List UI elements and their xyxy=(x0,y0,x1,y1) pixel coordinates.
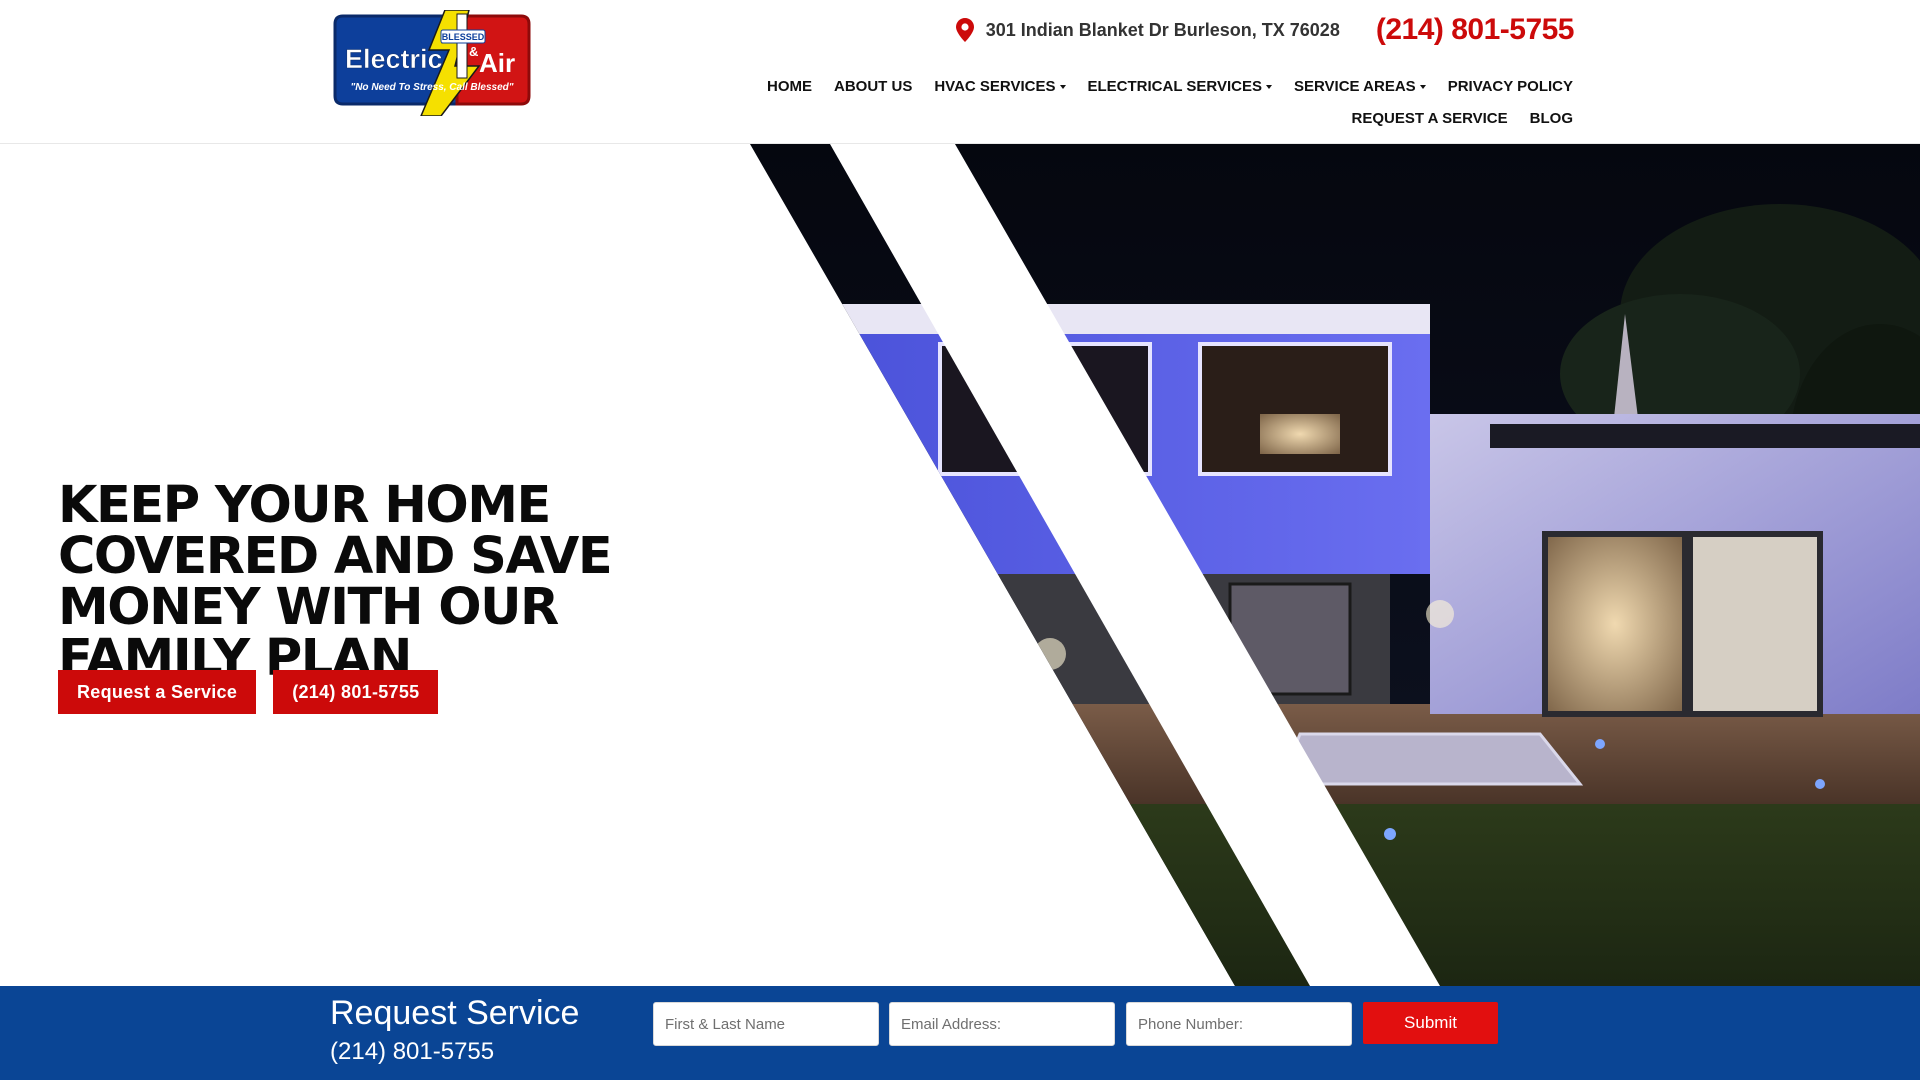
hero-title: KEEP YOUR HOME COVERED AND SAVE MONEY WI… xyxy=(58,476,613,688)
nav-home[interactable]: HOME xyxy=(767,78,812,95)
nav-privacy-policy[interactable]: PRIVACY POLICY xyxy=(1448,78,1573,95)
main-nav-row-2: REQUEST A SERVICE BLOG xyxy=(1352,110,1574,127)
nav-service-areas[interactable]: SERVICE AREAS xyxy=(1294,78,1426,95)
request-bar-title: Request Service xyxy=(330,994,580,1032)
submit-button[interactable]: Submit xyxy=(1363,1002,1498,1044)
hero-cta-group: Request a Service (214) 801-5755 xyxy=(58,670,439,714)
caret-down-icon xyxy=(1265,85,1272,89)
svg-text:BLESSED: BLESSED xyxy=(442,32,485,42)
nav-about-us[interactable]: ABOUT US xyxy=(834,78,912,95)
nav-request-a-service[interactable]: REQUEST A SERVICE xyxy=(1352,110,1508,127)
hero-phone-button[interactable]: (214) 801-5755 xyxy=(273,670,439,714)
svg-text:&: & xyxy=(469,44,478,59)
nav-blog[interactable]: BLOG xyxy=(1530,110,1573,127)
svg-text:Electric: Electric xyxy=(345,44,443,74)
caret-down-icon xyxy=(1059,85,1066,89)
contact-row: 301 Indian Blanket Dr Burleson, TX 76028… xyxy=(955,10,1575,50)
map-pin-icon xyxy=(955,18,974,42)
nav-hvac-services[interactable]: HVAC SERVICES xyxy=(934,78,1066,95)
electric-and-air-logo: BLESSED Electric & Air "No Need To Stres… xyxy=(333,10,531,116)
svg-text:Air: Air xyxy=(479,48,515,78)
header-phone-link[interactable]: (214) 801-5755 xyxy=(1376,13,1575,47)
main-nav-row-1: HOME ABOUT US HVAC SERVICES ELECTRICAL S… xyxy=(767,78,1573,95)
request-service-button[interactable]: Request a Service xyxy=(58,670,257,714)
hero-section: KEEP YOUR HOME COVERED AND SAVE MONEY WI… xyxy=(0,144,1920,986)
request-bar-phone-link[interactable]: (214) 801-5755 xyxy=(330,1038,494,1066)
phone-input[interactable] xyxy=(1126,1002,1352,1046)
email-input[interactable] xyxy=(889,1002,1115,1046)
svg-text:"No Need To Stress, Call Bless: "No Need To Stress, Call Blessed" xyxy=(350,82,513,93)
request-service-bar: Request Service (214) 801-5755 Submit xyxy=(0,986,1920,1080)
nav-electrical-services[interactable]: ELECTRICAL SERVICES xyxy=(1088,78,1272,95)
site-logo[interactable]: BLESSED Electric & Air "No Need To Stres… xyxy=(329,10,535,116)
site-header: BLESSED Electric & Air "No Need To Stres… xyxy=(0,0,1920,144)
address[interactable]: 301 Indian Blanket Dr Burleson, TX 76028 xyxy=(955,18,1340,42)
caret-down-icon xyxy=(1419,85,1426,89)
address-text: 301 Indian Blanket Dr Burleson, TX 76028 xyxy=(985,19,1340,40)
name-input[interactable] xyxy=(653,1002,879,1046)
